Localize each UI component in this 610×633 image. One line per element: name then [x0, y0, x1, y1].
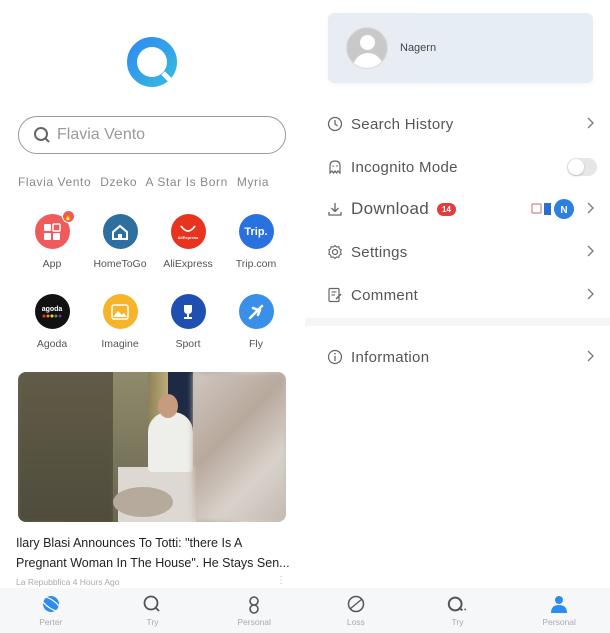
shortcut-aliexpress[interactable]: AliExpress AliExpress — [154, 214, 222, 294]
tab-label: Loss — [346, 617, 365, 627]
home-screen: Flavia Vento Dzeko A Star Is Born Myria … — [0, 0, 305, 633]
ghost-icon — [327, 159, 343, 175]
menu-incognito-mode: Incognito Mode — [327, 152, 597, 182]
svg-text:agoda: agoda — [42, 306, 63, 313]
search-bar[interactable] — [18, 116, 286, 154]
avatar[interactable] — [346, 27, 388, 69]
svg-text:AliExpress: AliExpress — [178, 235, 199, 240]
shortcut-label: Fly — [249, 338, 263, 350]
trophy-icon — [170, 294, 206, 329]
tab-label: Try — [451, 617, 464, 627]
shortcut-imagine[interactable]: Imagine — [86, 294, 154, 374]
download-count-badge: 14 — [437, 202, 456, 216]
planet-outline-icon — [346, 594, 366, 614]
info-icon — [327, 349, 343, 365]
trending-searches: Flavia Vento Dzeko A Star Is Born Myria — [18, 175, 308, 189]
chevron-right-icon — [587, 245, 594, 257]
search-input[interactable] — [57, 126, 257, 144]
menu-information[interactable]: Information — [327, 342, 597, 372]
app-grid-icon: 🔥 — [34, 210, 75, 249]
tab-label: Try — [146, 617, 159, 627]
trending-item[interactable]: Dzeko — [100, 175, 137, 189]
username: Nagern — [400, 42, 437, 54]
hot-badge-icon: 🔥 — [61, 210, 75, 223]
shortcut-trip[interactable]: Trip. Trip.com — [222, 214, 290, 294]
tab-label: Perter — [39, 617, 63, 627]
trending-item[interactable]: Myria — [237, 175, 269, 189]
shortcut-grid: 🔥 App HomeToGo AliExpress AliExpress Tri… — [18, 210, 290, 374]
chevron-right-icon — [587, 202, 594, 214]
menu-download[interactable]: Download 14 N — [327, 194, 597, 224]
aliexpress-icon: AliExpress — [170, 214, 206, 249]
menu-settings[interactable]: Settings — [327, 237, 597, 267]
shortcut-label: Agoda — [36, 338, 68, 350]
menu-label: Search History — [351, 115, 454, 133]
trending-item[interactable]: A Star Is Born — [145, 175, 227, 189]
search-icon — [447, 594, 467, 614]
shortcut-label: Imagine — [101, 338, 139, 350]
svg-text:N: N — [560, 205, 567, 216]
chevron-right-icon — [587, 350, 594, 362]
news-meta: La Repubblica 4 Hours Ago — [16, 577, 120, 587]
shortcut-label: AliExpress — [163, 258, 213, 270]
personal-screen: Nagern Search History Incognito Mode Dow… — [305, 0, 610, 633]
tab-label: Personal — [542, 617, 576, 627]
shortcut-fly[interactable]: Fly — [222, 294, 290, 374]
tab-loss[interactable]: Loss — [316, 594, 396, 627]
menu-label: Download — [351, 199, 430, 218]
shortcut-label: Sport — [175, 338, 201, 350]
menu-label: Incognito Mode — [351, 158, 458, 176]
section-divider — [305, 318, 610, 326]
shortcut-label: HomeToGo — [93, 258, 147, 270]
person-icon — [549, 594, 569, 614]
image-icon — [102, 294, 138, 329]
app-logo-icon — [125, 35, 179, 89]
shortcut-app[interactable]: 🔥 App — [18, 210, 86, 294]
person-icon — [244, 594, 264, 614]
chevron-right-icon — [587, 117, 594, 129]
download-icon — [327, 201, 343, 217]
clock-icon — [327, 116, 343, 132]
menu-label: Comment — [351, 286, 419, 304]
menu-comment[interactable]: Comment — [327, 280, 597, 310]
trip-icon: Trip. — [238, 214, 274, 249]
agoda-icon: agoda — [34, 294, 70, 329]
incognito-toggle[interactable] — [567, 158, 597, 176]
chevron-right-icon — [587, 288, 594, 300]
comment-edit-icon — [327, 287, 343, 303]
shortcut-hometogo[interactable]: HomeToGo — [86, 214, 154, 294]
plane-icon — [238, 294, 274, 329]
menu-search-history[interactable]: Search History — [327, 109, 597, 139]
search-icon — [33, 126, 51, 144]
shortcut-agoda[interactable]: agoda Agoda — [18, 294, 86, 374]
profile-card[interactable]: Nagern — [328, 13, 593, 83]
planet-icon — [40, 594, 61, 614]
menu-label: Information — [351, 348, 430, 366]
gear-icon — [327, 244, 343, 260]
news-image[interactable] — [18, 372, 286, 522]
shortcut-sport[interactable]: Sport — [154, 294, 222, 374]
more-options-icon[interactable]: ⋮ — [276, 575, 286, 586]
menu-label: Settings — [351, 243, 408, 261]
bottom-tab-bar: Loss Try Personal — [305, 588, 610, 633]
news-title[interactable]: Ilary Blasi Announces To Totti: "there I… — [16, 533, 291, 573]
tab-personal[interactable]: Personal — [519, 594, 599, 627]
tab-try[interactable]: Try — [112, 594, 192, 627]
search-icon — [142, 594, 162, 614]
bottom-tab-bar: Perter Try Personal — [0, 588, 305, 633]
home-icon — [102, 214, 138, 249]
tab-perter[interactable]: Perter — [11, 594, 91, 627]
tab-label: Personal — [237, 617, 271, 627]
download-thumbnails: N — [531, 198, 577, 220]
tab-try[interactable]: Try — [417, 594, 497, 627]
trending-item[interactable]: Flavia Vento — [18, 175, 91, 189]
shortcut-label: App — [42, 258, 62, 270]
shortcut-label: Trip.com — [235, 258, 277, 270]
tab-personal[interactable]: Personal — [214, 594, 294, 627]
